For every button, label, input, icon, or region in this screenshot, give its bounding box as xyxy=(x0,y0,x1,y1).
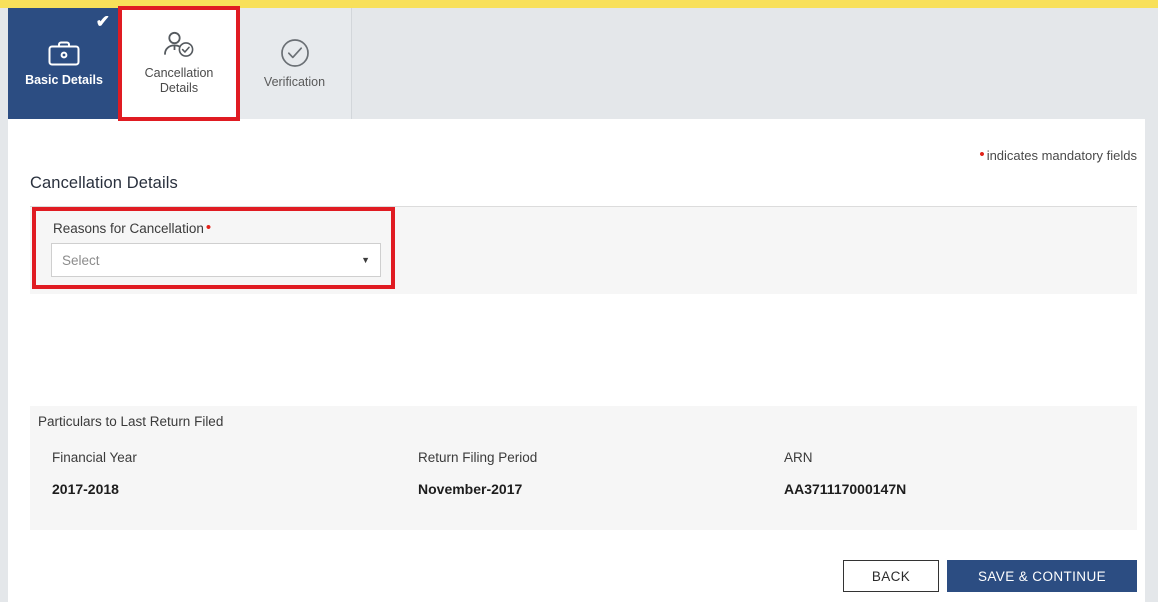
tab-cancellation-details-label: Cancellation Details xyxy=(144,66,214,95)
briefcase-icon xyxy=(47,39,81,67)
tab-verification-label: Verification xyxy=(263,74,326,89)
particulars-column-arn: ARN AA371117000147N xyxy=(784,450,906,497)
particulars-column-financial-year: Financial Year 2017-2018 xyxy=(52,450,137,497)
page-root: Basic Details ✔ Cancellation Details Ver… xyxy=(0,0,1158,602)
tab-basic-details-label: Basic Details xyxy=(25,73,103,87)
reasons-row: Reasons for Cancellation • Select ▼ xyxy=(30,206,1137,294)
chevron-down-icon: ▼ xyxy=(361,254,370,265)
check-circle-icon xyxy=(280,38,310,68)
back-button[interactable]: BACK xyxy=(843,560,939,592)
reasons-required-marker: • xyxy=(205,219,212,236)
column-header: Return Filing Period xyxy=(418,450,538,465)
particulars-title: Particulars to Last Return Filed xyxy=(38,414,224,429)
tab-verification[interactable]: Verification xyxy=(238,8,352,119)
mandatory-note-text: indicates mandatory fields xyxy=(986,148,1137,163)
content-card: • indicates mandatory fields Cancellation… xyxy=(8,119,1145,602)
top-accent-strip xyxy=(0,0,1158,8)
tab-cancellation-details[interactable]: Cancellation Details xyxy=(120,8,238,119)
page-title: Cancellation Details xyxy=(30,174,178,192)
reasons-select[interactable]: Select ▼ xyxy=(51,243,381,277)
particulars-column-return-filing-period: Return Filing Period November-2017 xyxy=(418,450,537,497)
column-value: November-2017 xyxy=(418,481,523,497)
reasons-select-value: Select xyxy=(62,252,100,268)
column-header: Financial Year xyxy=(52,450,137,465)
column-header: ARN xyxy=(784,450,813,465)
column-value: AA371117000147N xyxy=(784,481,907,497)
reasons-field-label: Reasons for Cancellation • xyxy=(53,218,211,239)
mandatory-fields-note: • indicates mandatory fields xyxy=(979,146,1137,163)
particulars-panel: Particulars to Last Return Filed Financi… xyxy=(30,406,1137,530)
wizard-tab-bar: Basic Details ✔ Cancellation Details Ver… xyxy=(0,8,1158,119)
tab-completed-check-icon: ✔ xyxy=(95,12,110,31)
column-value: 2017-2018 xyxy=(52,481,119,497)
tab-basic-details[interactable]: Basic Details ✔ xyxy=(8,8,120,119)
person-check-icon xyxy=(161,31,197,59)
mandatory-bullet-icon: • xyxy=(979,146,985,163)
save-and-continue-button[interactable]: SAVE & CONTINUE xyxy=(947,560,1137,592)
reasons-label-text: Reasons for Cancellation xyxy=(53,221,204,236)
